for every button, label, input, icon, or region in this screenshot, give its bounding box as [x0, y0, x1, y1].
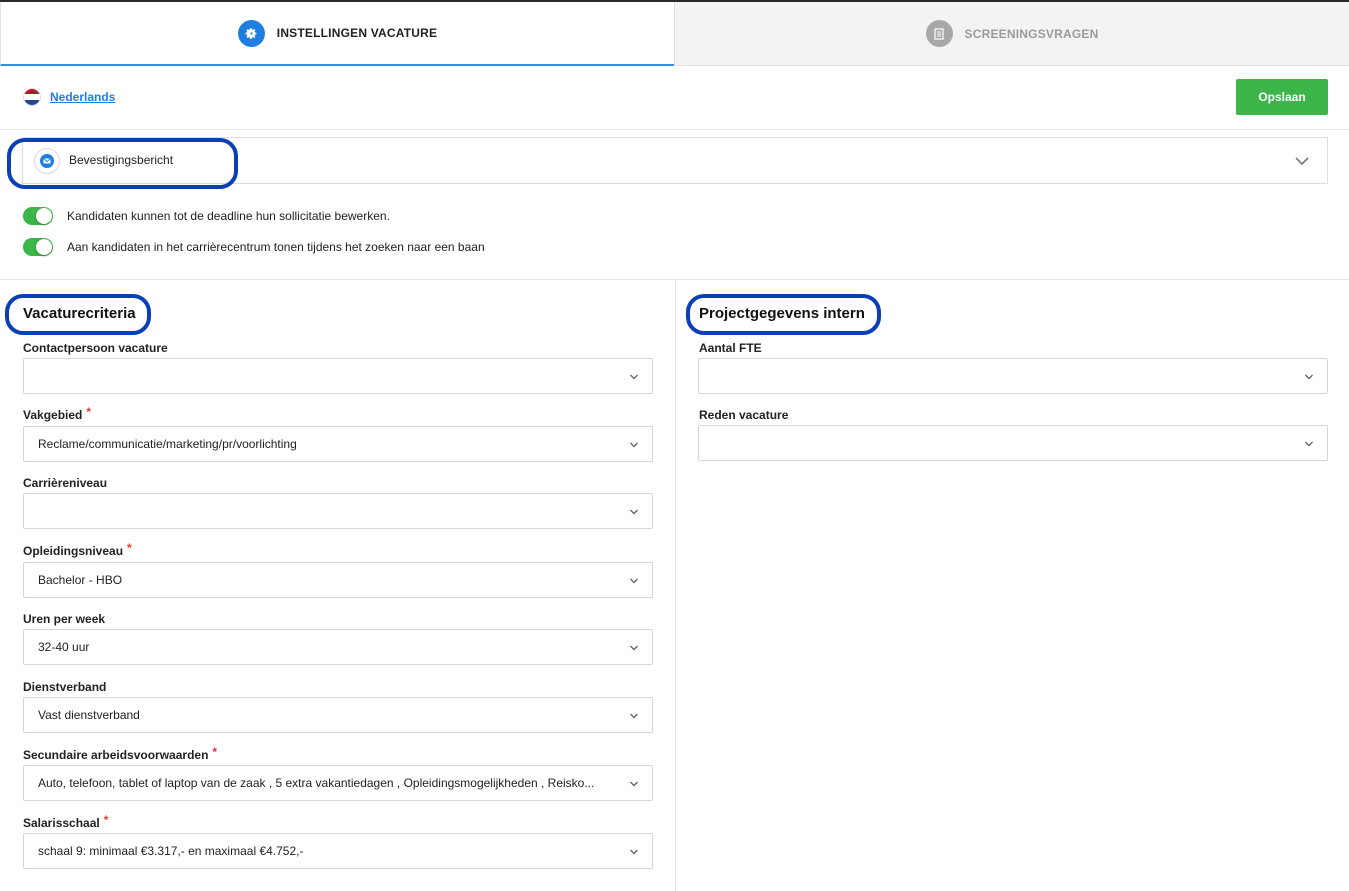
- field-label-aantal-fte: Aantal FTE: [699, 341, 762, 355]
- select-value: Auto, telefoon, tablet of laptop van de …: [38, 776, 595, 790]
- chevron-down-icon: [630, 442, 638, 448]
- tab-label: INSTELLINGEN VACATURE: [276, 26, 438, 40]
- document-icon: [925, 20, 953, 47]
- chevron-down-icon: [630, 509, 638, 515]
- required-marker: *: [127, 541, 132, 555]
- required-marker: *: [103, 813, 109, 827]
- toggle-show-in-career-center[interactable]: [23, 238, 53, 256]
- toggle-row-edit-until-deadline: Kandidaten kunnen tot de deadline hun so…: [23, 206, 390, 226]
- confirmation-message-accordion[interactable]: Bevestigingsbericht: [22, 137, 1328, 184]
- field-label-contactpersoon: Contactpersoon vacature: [23, 341, 168, 355]
- toggle-label: Aan kandidaten in het carrièrecentrum to…: [67, 240, 485, 254]
- tab-instellingen-vacature[interactable]: INSTELLINGEN VACATURE: [0, 2, 674, 66]
- select-opleidingsniveau[interactable]: Bachelor - HBO: [23, 562, 653, 598]
- required-marker: *: [212, 745, 218, 759]
- tab-screeningsvragen[interactable]: SCREENINGSVRAGEN: [674, 2, 1349, 66]
- section-title-projectgegevens-intern: Projectgegevens intern: [699, 305, 865, 322]
- required-marker: *: [86, 405, 92, 419]
- language-bar: Nederlands Opslaan: [0, 66, 1349, 130]
- chevron-down-icon: [1305, 441, 1313, 447]
- netherlands-flag-icon: [23, 88, 41, 106]
- select-secundaire-arbeidsvoorwaarden[interactable]: Auto, telefoon, tablet of laptop van de …: [23, 765, 653, 801]
- select-carriereniveau[interactable]: [23, 493, 653, 529]
- field-label-opleidingsniveau: Opleidingsniveau *: [23, 541, 132, 558]
- select-value: 32-40 uur: [38, 640, 90, 654]
- section-title-vacaturecriteria: Vacaturecriteria: [23, 305, 136, 322]
- toggle-row-show-in-career-center: Aan kandidaten in het carrièrecentrum to…: [23, 237, 485, 257]
- field-label-reden-vacature: Reden vacature: [699, 408, 789, 422]
- field-label-secundaire-arbeidsvoorwaarden: Secundaire arbeidsvoorwaarden *: [23, 745, 218, 762]
- select-vakgebied[interactable]: Reclame/communicatie/marketing/pr/voorli…: [23, 426, 653, 462]
- select-value: schaal 9: minimaal €3.317,- en maximaal …: [38, 844, 304, 858]
- chevron-down-icon: [1295, 157, 1309, 166]
- chevron-down-icon: [630, 578, 638, 584]
- select-uren-per-week[interactable]: 32-40 uur: [23, 629, 653, 665]
- select-value: Bachelor - HBO: [38, 573, 123, 587]
- select-value: Vast dienstverband: [38, 708, 140, 722]
- field-label-dienstverband: Dienstverband: [23, 680, 107, 694]
- tab-bar: INSTELLINGEN VACATURE SCREENINGSVRAGEN: [0, 2, 1349, 66]
- field-label-vakgebied: Vakgebied *: [23, 405, 92, 422]
- select-dienstverband[interactable]: Vast dienstverband: [23, 697, 653, 733]
- chevron-down-icon: [630, 645, 638, 651]
- toggle-label: Kandidaten kunnen tot de deadline hun so…: [67, 209, 390, 223]
- confirmation-message-title: Bevestigingsbericht: [69, 153, 174, 167]
- select-salarisschaal[interactable]: schaal 9: minimaal €3.317,- en maximaal …: [23, 833, 653, 869]
- field-label-carriereniveau: Carrièreniveau: [23, 476, 108, 490]
- select-value: Reclame/communicatie/marketing/pr/voorli…: [38, 437, 297, 451]
- chevron-down-icon: [630, 374, 638, 380]
- envelope-icon: [34, 148, 60, 174]
- chevron-down-icon: [1305, 374, 1313, 380]
- field-label-salarisschaal: Salarisschaal *: [23, 813, 109, 830]
- column-divider: [675, 280, 676, 891]
- select-aantal-fte[interactable]: [698, 358, 1328, 394]
- tab-label: SCREENINGSVRAGEN: [964, 26, 1099, 41]
- select-contactpersoon[interactable]: [23, 358, 653, 394]
- gear-icon: [237, 19, 265, 47]
- chevron-down-icon: [630, 713, 638, 719]
- language-link[interactable]: Nederlands: [50, 90, 115, 104]
- chevron-down-icon: [630, 849, 638, 855]
- save-button[interactable]: Opslaan: [1236, 79, 1328, 115]
- toggle-edit-until-deadline[interactable]: [23, 207, 53, 225]
- select-reden-vacature[interactable]: [698, 425, 1328, 461]
- chevron-down-icon: [630, 781, 638, 787]
- field-label-uren-per-week: Uren per week: [23, 612, 106, 626]
